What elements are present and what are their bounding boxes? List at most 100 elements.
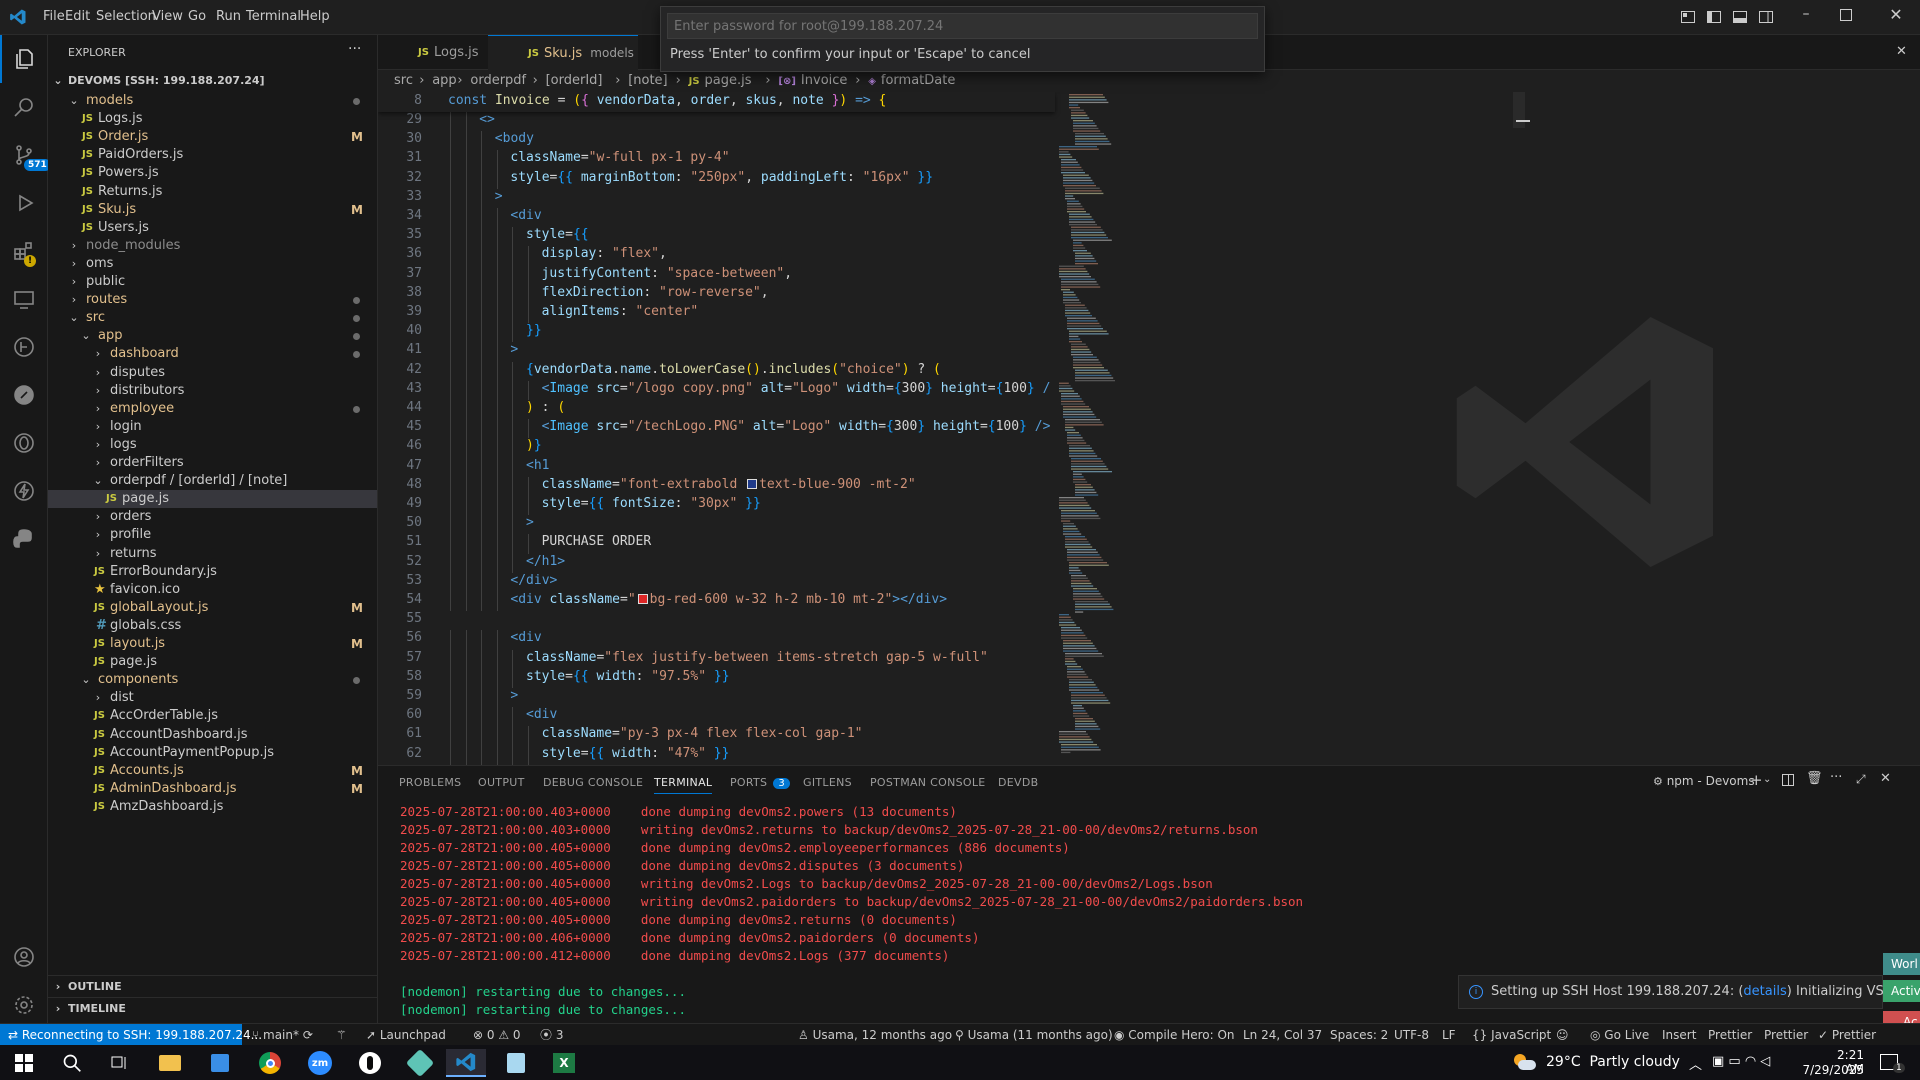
task-view-icon[interactable] — [100, 1049, 140, 1077]
remote-explorer-icon[interactable] — [0, 275, 48, 323]
menu-edit[interactable]: Edit — [65, 9, 90, 24]
file-favicon-ico[interactable]: ★ favicon.ico — [48, 581, 377, 599]
panel-tab-debug-console[interactable]: DEBUG CONSOLE — [543, 776, 643, 789]
source-control-icon[interactable]: 571 — [0, 131, 51, 179]
insert-mode[interactable]: Insert — [1662, 1024, 1696, 1046]
file-order-js[interactable]: JS Order.js M — [48, 128, 377, 146]
folder-node-modules[interactable]: › node_modules — [48, 237, 377, 255]
terminal-selector[interactable]: ⚙ npm - Devoms — [1653, 774, 1755, 788]
new-terminal-icon[interactable]: + — [1750, 771, 1763, 789]
kill-terminal-icon[interactable]: 🗑 — [1806, 771, 1823, 786]
panel-tab-devdb[interactable]: DEVDB — [998, 776, 1038, 789]
notepad-icon[interactable] — [496, 1049, 536, 1077]
folder-dist[interactable]: › dist — [48, 689, 377, 707]
windows-start-icon[interactable] — [4, 1049, 44, 1077]
folder-disputes[interactable]: › disputes — [48, 364, 377, 382]
file-users-js[interactable]: JS Users.js — [48, 219, 377, 237]
breadcrumb-item[interactable]: [⊗] Invoice — [778, 70, 847, 93]
run-debug-icon[interactable] — [0, 179, 48, 227]
microsoft-store-icon[interactable] — [200, 1049, 240, 1077]
search-icon[interactable] — [0, 83, 48, 131]
folder-routes[interactable]: › routes — [48, 291, 377, 309]
vertical-scrollbar[interactable] — [1513, 92, 1525, 128]
menu-help[interactable]: Help — [300, 9, 330, 24]
minimap[interactable] — [1055, 92, 1135, 765]
breadcrumb-item[interactable]: ◈ formatDate — [868, 70, 955, 93]
file-globallayout-js[interactable]: JS globalLayout.js M — [48, 599, 377, 617]
folder-oms[interactable]: › oms — [48, 255, 377, 273]
chrome-icon[interactable] — [250, 1049, 290, 1077]
file-accountpaymentpopup-js[interactable]: JS AccountPaymentPopup.js — [48, 744, 377, 762]
file-globals-css[interactable]: # globals.css — [48, 617, 377, 635]
customize-layout-icon[interactable] — [1680, 9, 1696, 25]
breadcrumb-item[interactable]: orderpdf — [470, 70, 526, 92]
breadcrumb-item[interactable]: [note] — [628, 70, 667, 92]
outline-section[interactable]: › OUTLINE — [48, 975, 377, 997]
notification-details-link[interactable]: details — [1743, 984, 1786, 999]
weather-label[interactable]: 29°C Partly cloudy — [1546, 1054, 1680, 1070]
folder-app[interactable]: ⌄ app — [48, 327, 377, 345]
folder-dashboard[interactable]: › dashboard — [48, 345, 377, 363]
compile-hero[interactable]: ◉ Compile Hero: On — [1114, 1024, 1235, 1046]
file-logs-js[interactable]: JS Logs.js — [48, 110, 377, 128]
encoding[interactable]: UTF-8 — [1394, 1024, 1429, 1046]
password-input[interactable] — [667, 13, 1258, 39]
file-accounts-js[interactable]: JS Accounts.js M — [48, 762, 377, 780]
breadcrumb-item[interactable]: JS page.js — [689, 70, 752, 93]
thunder-client-icon[interactable] — [0, 467, 48, 515]
breadcrumb-item[interactable]: src — [394, 70, 413, 92]
panel-more-icon[interactable]: ··· — [1830, 770, 1842, 785]
accounts-icon[interactable] — [0, 933, 48, 981]
end-of-line[interactable]: LF — [1442, 1024, 1456, 1046]
file-returns-js[interactable]: JS Returns.js — [48, 183, 377, 201]
vscode-taskbar-icon[interactable] — [446, 1049, 486, 1077]
timeline-section[interactable]: › TIMELINE — [48, 997, 377, 1019]
git-blame[interactable]: ♙ Usama, 12 months ago — [798, 1024, 952, 1046]
terminal-dropdown-icon[interactable]: ⌄ — [1763, 774, 1771, 785]
postman-icon[interactable] — [0, 371, 48, 419]
folder-orderfilters[interactable]: › orderFilters — [48, 454, 377, 472]
tab-sku-js[interactable]: JS Sku.js models M — [488, 35, 638, 96]
file-accordertable-js[interactable]: JS AccOrderTable.js — [48, 707, 377, 725]
ssh-notification[interactable]: i Setting up SSH Host 199.188.207.24: (d… — [1458, 975, 1920, 1009]
breadcrumb-item[interactable]: app — [432, 70, 456, 92]
file-powers-js[interactable]: JS Powers.js — [48, 164, 377, 182]
panel-tab-ports[interactable]: PORTS 3 — [730, 776, 791, 789]
folder-orderpdf-orderid-note-[interactable]: ⌄ orderpdf / [orderId] / [note] — [48, 472, 377, 490]
close-panel-icon[interactable]: ✕ — [1880, 771, 1891, 786]
panel-tab-problems[interactable]: PROBLEMS — [399, 776, 461, 789]
menu-view[interactable]: View — [152, 9, 183, 24]
split-terminal-icon[interactable] — [1782, 774, 1794, 786]
file-accountdashboard-js[interactable]: JS AccountDashboard.js — [48, 726, 377, 744]
file-admindashboard-js[interactable]: JS AdminDashboard.js M — [48, 780, 377, 798]
folder-employee[interactable]: › employee — [48, 400, 377, 418]
file-page-js[interactable]: JS page.js — [48, 490, 377, 509]
menu-file[interactable]: File — [43, 9, 65, 24]
copilot-icon[interactable]: ☺ — [1556, 1024, 1569, 1046]
panel-tab-postman-console[interactable]: POSTMAN CONSOLE — [870, 776, 986, 789]
remote-indicator[interactable]: ⇄ Reconnecting to SSH: 199.188.207.24... — [0, 1024, 262, 1046]
file-page-js[interactable]: JS page.js — [48, 653, 377, 671]
folder-returns[interactable]: › returns — [48, 545, 377, 563]
side-chip-world[interactable]: Worl — [1883, 953, 1920, 975]
panel-tab-output[interactable]: OUTPUT — [478, 776, 525, 789]
side-chip-active[interactable]: Activ — [1883, 980, 1920, 1002]
menu-selection[interactable]: Selection — [96, 9, 156, 24]
toggle-secondary-sidebar-icon[interactable] — [1758, 9, 1774, 25]
prettier-status-1[interactable]: Prettier — [1708, 1024, 1752, 1046]
indentation[interactable]: Spaces: 2 — [1330, 1024, 1388, 1046]
excel-icon[interactable]: X — [544, 1049, 584, 1077]
file-sku-js[interactable]: JS Sku.js M — [48, 201, 377, 219]
file-paidorders-js[interactable]: JS PaidOrders.js — [48, 146, 377, 164]
folder-distributors[interactable]: › distributors — [48, 382, 377, 400]
sticky-scroll[interactable]: 8 const Invoice = ({ vendorData, order, … — [378, 92, 1055, 112]
language-mode[interactable]: {} JavaScript — [1472, 1024, 1551, 1046]
file-amzdashboard-js[interactable]: JS AmzDashboard.js — [48, 798, 377, 816]
devdb-icon[interactable] — [0, 419, 48, 467]
folder-profile[interactable]: › profile — [48, 526, 377, 544]
problems-indicator[interactable]: ⊗ 0 ⚠ 0 — [473, 1024, 521, 1046]
app-circle-icon[interactable] — [350, 1049, 390, 1077]
color-swatch[interactable] — [637, 594, 648, 604]
go-live[interactable]: ◎ Go Live — [1590, 1024, 1649, 1046]
manage-gear-icon[interactable] — [0, 981, 48, 1029]
